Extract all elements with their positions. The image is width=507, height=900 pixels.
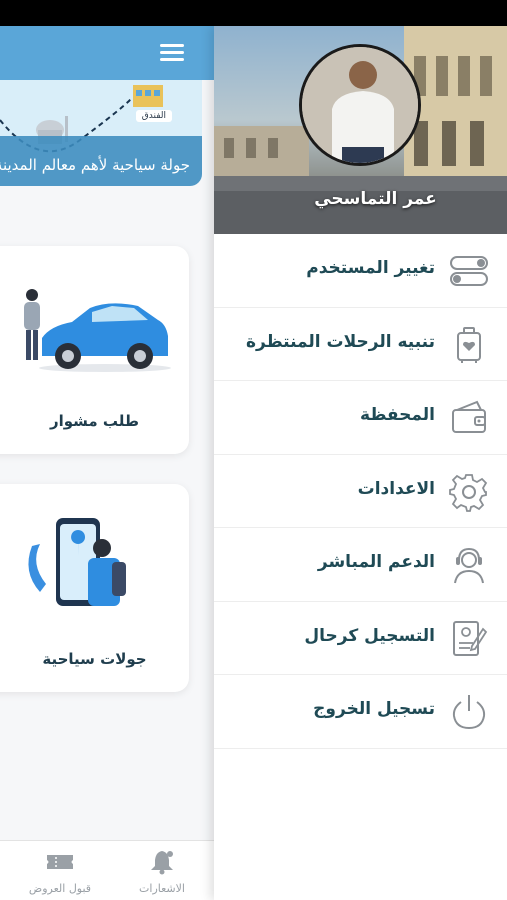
service-card-ride-request[interactable]: طلب مشوار <box>0 246 189 454</box>
nav-notifications-label: الاشعارات <box>139 882 185 895</box>
menu-label-wallet: المحفظة <box>360 405 435 425</box>
headset-icon <box>454 547 484 584</box>
menu-label-pending-trips: تنبيه الرحلات المنتظرة <box>245 331 435 352</box>
drawer-menu: تغيير المستخدم تنبيه الرحلات المنتظرة ال… <box>214 234 507 749</box>
user-avatar[interactable] <box>299 44 421 166</box>
menu-label-live-support: الدعم المباشر <box>317 552 435 572</box>
nav-accept-offers[interactable]: قبول العروض <box>20 849 100 895</box>
menu-item-change-user[interactable]: تغيير المستخدم <box>214 234 507 308</box>
menu-label-logout: تسجيل الخروج <box>313 699 435 719</box>
drawer-header: عمر التماسحي <box>214 26 507 234</box>
background-app: الفندق جولة سياحية لأهم معالم المدينة طل… <box>0 26 214 900</box>
service-label-ride: طلب مشوار <box>49 412 140 430</box>
menu-label-change-user: تغيير المستخدم <box>306 258 435 278</box>
service-label-tours: جولات سياحية <box>42 650 147 668</box>
ticket-icon <box>47 855 73 869</box>
car-illustration <box>24 289 171 372</box>
banner-title: جولة سياحية لأهم معالم المدينة <box>0 156 190 174</box>
bottom-nav: الاشعارات قبول العروض <box>0 840 214 900</box>
toggle-icon <box>450 256 488 286</box>
app-header <box>0 26 214 80</box>
nav-offers-label: قبول العروض <box>28 882 92 895</box>
document-icon <box>453 620 488 656</box>
status-bar <box>0 0 507 26</box>
menu-label-settings: الاعدادات <box>357 478 435 499</box>
wallet-icon <box>452 400 486 433</box>
hamburger-menu-icon[interactable] <box>160 44 184 61</box>
nav-notifications[interactable]: الاشعارات <box>122 849 202 895</box>
hotel-tag: الفندق <box>135 110 172 122</box>
gear-icon <box>449 473 488 512</box>
bell-icon <box>151 851 173 875</box>
menu-item-live-support[interactable]: الدعم المباشر <box>214 528 507 602</box>
menu-item-pending-trips[interactable]: تنبيه الرحلات المنتظرة <box>214 308 507 381</box>
menu-item-register-traveler[interactable]: التسجيل كرحال <box>214 602 507 675</box>
menu-label-register-traveler: التسجيل كرحال <box>304 625 435 646</box>
menu-item-wallet[interactable]: المحفظة <box>214 381 507 455</box>
user-name: عمر التماسحي <box>314 189 437 209</box>
power-icon <box>452 695 486 730</box>
tour-guide-illustration <box>28 518 126 606</box>
navigation-drawer: عمر التماسحي تغيير المستخدم تنبيه الرحلا… <box>214 26 507 900</box>
luggage-icon <box>457 326 481 363</box>
banner-overlay: جولة سياحية لأهم معالم المدينة <box>0 136 202 186</box>
menu-item-logout[interactable]: تسجيل الخروج <box>214 675 507 749</box>
menu-item-settings[interactable]: الاعدادات <box>214 455 507 528</box>
service-card-tours[interactable]: جولات سياحية <box>0 484 189 692</box>
tour-banner[interactable]: الفندق جولة سياحية لأهم معالم المدينة <box>0 80 202 186</box>
